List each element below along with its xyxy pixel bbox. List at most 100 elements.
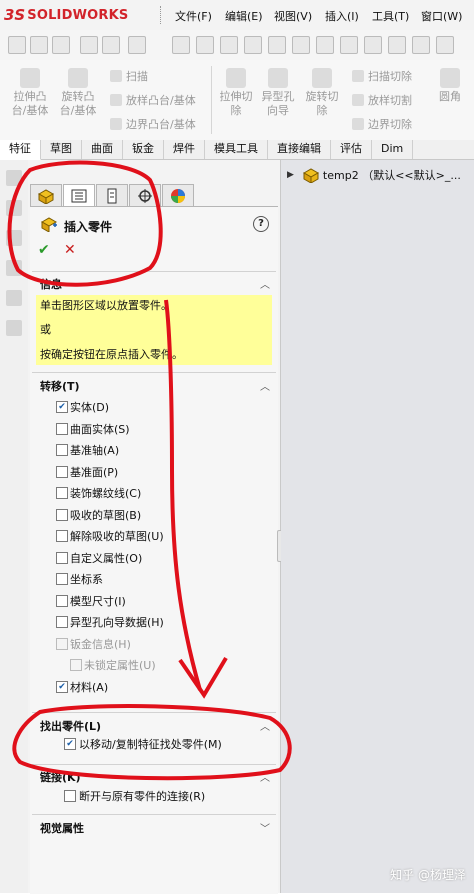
sweep-cut-label: 扫描切除 [368,70,412,83]
view-icon[interactable] [268,36,286,54]
graph-icon[interactable] [316,36,334,54]
transfer-checkbox[interactable] [56,530,68,542]
chevron-up-icon[interactable]: ︿ [260,769,270,784]
tab-mold-tools[interactable]: 模具工具 [205,140,268,159]
visual-group-header[interactable]: 视觉属性 ﹀ [32,818,276,836]
transfer-group-header[interactable]: 转移(T) ︿ [32,376,276,394]
extrude-boss-button[interactable]: 拉伸凸 台/基体 [8,68,52,118]
axis-tool-icon[interactable] [6,230,22,246]
save-icon[interactable] [52,36,70,54]
mass-properties-icon[interactable] [220,36,238,54]
menu-view[interactable]: 视图(V) [274,8,312,24]
sketch-tool-icon[interactable] [6,170,22,186]
transfer-checkbox[interactable] [56,573,68,585]
tab-surfaces[interactable]: 曲面 [82,140,123,159]
menu-file[interactable]: 文件(F) [175,8,212,24]
tab-dimxpert[interactable]: Dim [372,140,414,159]
feature-tree-root[interactable]: ▶ temp2 （默认<<默认>_... [287,167,461,183]
tab-dimxpert-manager[interactable] [129,184,161,206]
tab-configuration-manager[interactable] [96,184,128,206]
chevron-up-icon[interactable]: ︿ [260,718,270,733]
expand-arrow-icon[interactable]: ▶ [287,170,294,180]
transfer-checkbox[interactable] [56,551,68,564]
chevron-up-icon[interactable]: ︿ [260,276,270,291]
transfer-checkbox-label: 材料(A) [70,680,109,694]
chevron-down-icon[interactable]: ﹀ [260,820,270,835]
menu-edit[interactable]: 编辑(E) [225,8,263,24]
locate-group-title: 找出零件(L) [40,720,102,733]
transfer-checkbox[interactable] [56,594,68,607]
tab-evaluate[interactable]: 评估 [331,140,372,159]
help-button[interactable]: ? [253,216,269,232]
solidworks-logo[interactable]: 3S SOLIDWORKS [4,5,128,25]
loft-button[interactable]: 放样凸台/基体 [110,92,196,108]
transfer-checkbox[interactable] [56,444,68,456]
reference-icon[interactable] [412,36,430,54]
point-tool-icon[interactable] [6,260,22,276]
equation-icon[interactable] [364,36,382,54]
loft-icon [110,94,122,106]
menu-insert[interactable]: 插入(I) [325,8,359,24]
link-group-header[interactable]: 链接(K) ︿ [32,767,276,785]
options-icon[interactable] [128,36,146,54]
standard-toolbar [0,30,474,61]
transfer-checkbox[interactable] [56,465,68,478]
boundary-boss-icon [110,118,122,130]
tab-features[interactable]: 特征 [0,140,41,160]
instant3d-icon[interactable] [436,36,454,54]
fillet-button[interactable]: 圆角 [432,68,468,104]
extrude-boss-icon [20,68,40,88]
smart-dimension-icon[interactable] [172,36,190,54]
tab-property-manager[interactable] [63,184,95,206]
break-link-checkbox[interactable] [64,790,76,802]
plane-tool-icon[interactable] [6,290,22,306]
measure-icon[interactable] [196,36,214,54]
info-line-2: 或 [40,323,51,336]
revolve-cut-button[interactable]: 旋转切 除 [300,68,344,118]
tab-weldments[interactable]: 焊件 [164,140,205,159]
ok-button[interactable]: ✔ [38,242,50,258]
locate-group-header[interactable]: 找出零件(L) ︿ [32,716,276,734]
hole-wizard-button[interactable]: 异型孔 向导 [256,68,300,118]
transfer-checkbox[interactable] [56,508,68,521]
tab-display-manager[interactable] [162,184,194,206]
open-icon[interactable] [30,36,48,54]
tab-sheet-metal[interactable]: 钣金 [123,140,164,159]
transfer-checkbox[interactable] [56,422,68,435]
extrude-cut-button[interactable]: 拉伸切 除 [214,68,258,118]
loft-cut-button[interactable]: 放样切割 [352,92,412,108]
tab-sketch[interactable]: 草图 [41,140,82,159]
menu-window[interactable]: 窗口(W) [421,8,462,24]
boundary-boss-button[interactable]: 边界凸台/基体 [110,116,196,132]
left-tool-strip [0,160,29,893]
tab-feature-manager[interactable] [30,184,62,206]
select-icon[interactable] [80,36,98,54]
line-tool-icon[interactable] [6,200,22,216]
transfer-group-title: 转移(T) [40,380,80,393]
appearance-icon[interactable] [292,36,310,54]
tab-direct-editing[interactable]: 直接编辑 [268,140,331,159]
transfer-checkbox[interactable]: ✔ [56,401,68,413]
graphics-area[interactable] [281,160,474,893]
transfer-checkbox[interactable] [56,487,68,499]
transfer-checkbox[interactable] [56,616,68,628]
divider [32,814,276,815]
transfer-checkbox[interactable]: ✔ [56,680,68,693]
chevron-up-icon[interactable]: ︿ [260,378,270,393]
sweep-button[interactable]: 扫描 [110,68,148,84]
locate-checkbox[interactable]: ✔ [64,738,76,750]
feature-manager-icon [37,188,55,204]
info-group-header[interactable]: 信息 ︿ [32,274,276,292]
boundary-cut-button[interactable]: 边界切除 [352,116,412,132]
break-link-checkbox-label: 断开与原有零件的连接(R) [79,790,206,803]
sketch-icon[interactable] [340,36,358,54]
section-icon[interactable] [244,36,262,54]
chart-icon[interactable] [388,36,406,54]
cancel-button[interactable]: ✕ [64,242,76,258]
new-icon[interactable] [8,36,26,54]
rebuild-icon[interactable] [102,36,120,54]
sweep-cut-button[interactable]: 扫描切除 [352,68,412,84]
revolve-boss-button[interactable]: 旋转凸 台/基体 [56,68,100,118]
gear-icon[interactable] [6,320,22,336]
menu-tools[interactable]: 工具(T) [372,8,409,24]
